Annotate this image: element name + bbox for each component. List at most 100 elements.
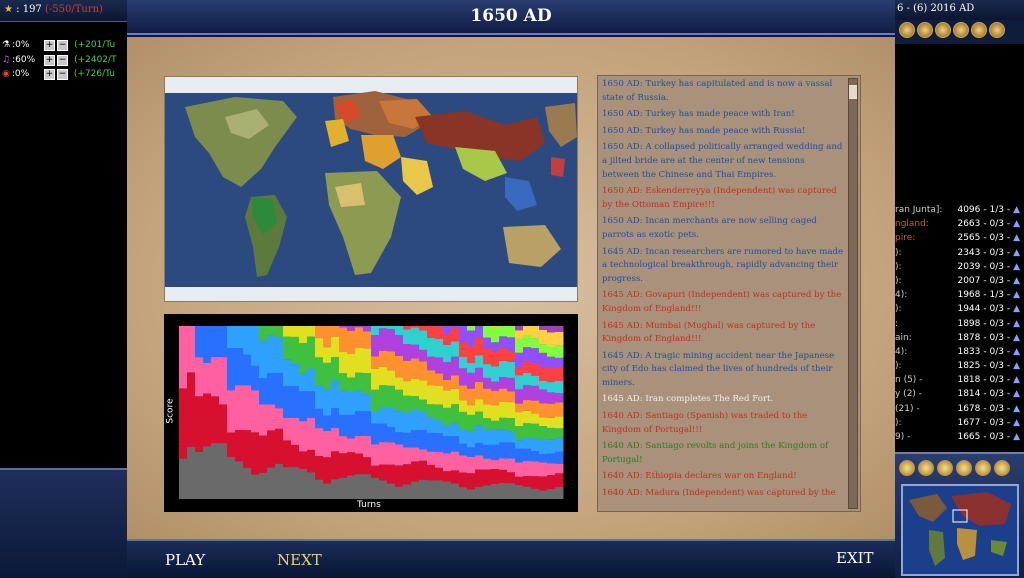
score-band [491, 420, 500, 430]
score-band [483, 388, 492, 405]
score-band [427, 370, 436, 386]
score-civ: ngland: [895, 219, 929, 230]
score-band [475, 486, 484, 499]
score-band [443, 407, 452, 426]
score-row[interactable]: : 1898- 0/3 - ▲ [895, 319, 1024, 333]
score-wars: - 0/3 - [983, 403, 1011, 414]
score-band [419, 479, 428, 499]
score-band [323, 326, 332, 348]
event-log[interactable]: 1650 AD: Turkey has capitulated and is n… [597, 75, 861, 512]
score-row[interactable]: 4): 1968- 1/3 - ▲ [895, 290, 1024, 304]
score-band [499, 388, 508, 402]
science-increase-button[interactable]: + [44, 39, 56, 51]
score-band [475, 399, 484, 412]
score-row[interactable]: ): 2039- 0/3 - ▲ [895, 262, 1024, 276]
score-band [427, 480, 436, 499]
score-row[interactable]: ): 1677- 0/3 - ▲ [895, 418, 1024, 432]
minimap-toggle-icon[interactable] [956, 460, 972, 476]
advisor-icon[interactable] [899, 22, 915, 38]
minimap-toggle-icon[interactable] [899, 460, 915, 476]
advisor-icon[interactable] [989, 22, 1005, 38]
exit-button[interactable]: EXIT [836, 549, 874, 567]
score-band [443, 453, 452, 472]
score-band [459, 385, 468, 401]
score-band [219, 404, 228, 444]
score-band [467, 430, 476, 448]
score-band [443, 471, 452, 482]
score-row[interactable]: y (2) - 1814- 0/3 - ▲ [895, 389, 1024, 403]
event-entry: 1650 AD: Incan merchants are now selling… [602, 216, 817, 240]
advisor-icon[interactable] [935, 22, 951, 38]
score-row[interactable]: ): 2007- 0/3 - ▲ [895, 276, 1024, 290]
score-band [555, 357, 564, 368]
score-band [411, 430, 420, 448]
advisor-icon[interactable] [971, 22, 987, 38]
score-row[interactable]: ran Junta]: 4096- 1/3 - ▲ [895, 205, 1024, 219]
score-band [379, 423, 388, 443]
parchment-panel: Score Turns 1650 AD: Turkey has capitula… [127, 37, 895, 539]
espionage-decrease-button[interactable]: − [56, 68, 68, 80]
score-band [387, 464, 396, 484]
civ-leader-icon: ▲ [1013, 219, 1020, 230]
score-band [547, 439, 556, 454]
espionage-increase-button[interactable]: + [43, 68, 55, 80]
scroll-thumb[interactable] [849, 85, 857, 99]
score-band [555, 437, 564, 452]
score-band [539, 326, 548, 330]
score-band [451, 470, 460, 484]
score-band [251, 390, 260, 433]
score-row[interactable]: ): 1825- 0/3 - ▲ [895, 361, 1024, 375]
score-row[interactable]: 4): 1833- 0/3 - ▲ [895, 347, 1024, 361]
score-band [459, 341, 468, 357]
score-row[interactable]: 9) - 1665- 0/3 - ▲ [895, 432, 1024, 446]
science-decrease-button[interactable]: − [57, 39, 69, 51]
minimap-toggle-icon[interactable] [975, 460, 991, 476]
score-band [539, 389, 548, 404]
score-band [235, 385, 244, 430]
minimap-panel [895, 452, 1024, 578]
culture-decrease-button[interactable]: − [57, 54, 69, 66]
event-log-scrollbar[interactable] [848, 78, 858, 509]
score-band [251, 432, 260, 475]
score-value: 2039 [957, 261, 981, 272]
score-band [499, 458, 508, 470]
score-band [363, 373, 372, 395]
score-wars: - 0/3 - [983, 417, 1011, 428]
advisor-icon[interactable] [953, 22, 969, 38]
culture-increase-button[interactable]: + [44, 54, 56, 66]
event-entry: 1645 AD: A tragic mining accident near t… [602, 350, 835, 388]
score-row[interactable]: n (5) - 1818- 0/3 - ▲ [895, 375, 1024, 389]
score-band [363, 331, 372, 349]
score-band [443, 379, 452, 391]
score-band [475, 442, 484, 456]
score-row[interactable]: ain: 1878- 0/3 - ▲ [895, 333, 1024, 347]
score-row[interactable]: (21) - 1678- 0/3 - ▲ [895, 404, 1024, 418]
minimap-toggle-icon[interactable] [937, 460, 953, 476]
score-band [443, 362, 452, 380]
score-band [379, 407, 388, 424]
advisor-icon[interactable] [917, 22, 933, 38]
score-band [363, 457, 372, 475]
score-band [355, 435, 364, 454]
minimap[interactable] [901, 484, 1019, 576]
score-band [403, 432, 412, 448]
next-button[interactable]: NEXT [277, 551, 322, 569]
score-band [403, 381, 412, 396]
minimap-toolbar [899, 460, 1010, 476]
score-row[interactable]: ngland: 2663- 0/3 - ▲ [895, 219, 1024, 233]
score-band [387, 483, 396, 499]
score-band [371, 326, 380, 335]
score-band [555, 463, 564, 474]
score-band [419, 349, 428, 362]
score-band [291, 386, 300, 418]
score-band [411, 396, 420, 410]
score-row[interactable]: ): 2343- 0/3 - ▲ [895, 248, 1024, 262]
score-row[interactable]: ): 1944- 0/3 - ▲ [895, 304, 1024, 318]
minimap-toggle-icon[interactable] [918, 460, 934, 476]
score-wars: - 0/3 - [983, 346, 1011, 357]
score-band [443, 481, 452, 499]
minimap-toggle-icon[interactable] [994, 460, 1010, 476]
score-band [483, 348, 492, 365]
score-row[interactable]: pire: 2565- 0/3 - ▲ [895, 233, 1024, 247]
play-button[interactable]: PLAY [165, 551, 205, 569]
